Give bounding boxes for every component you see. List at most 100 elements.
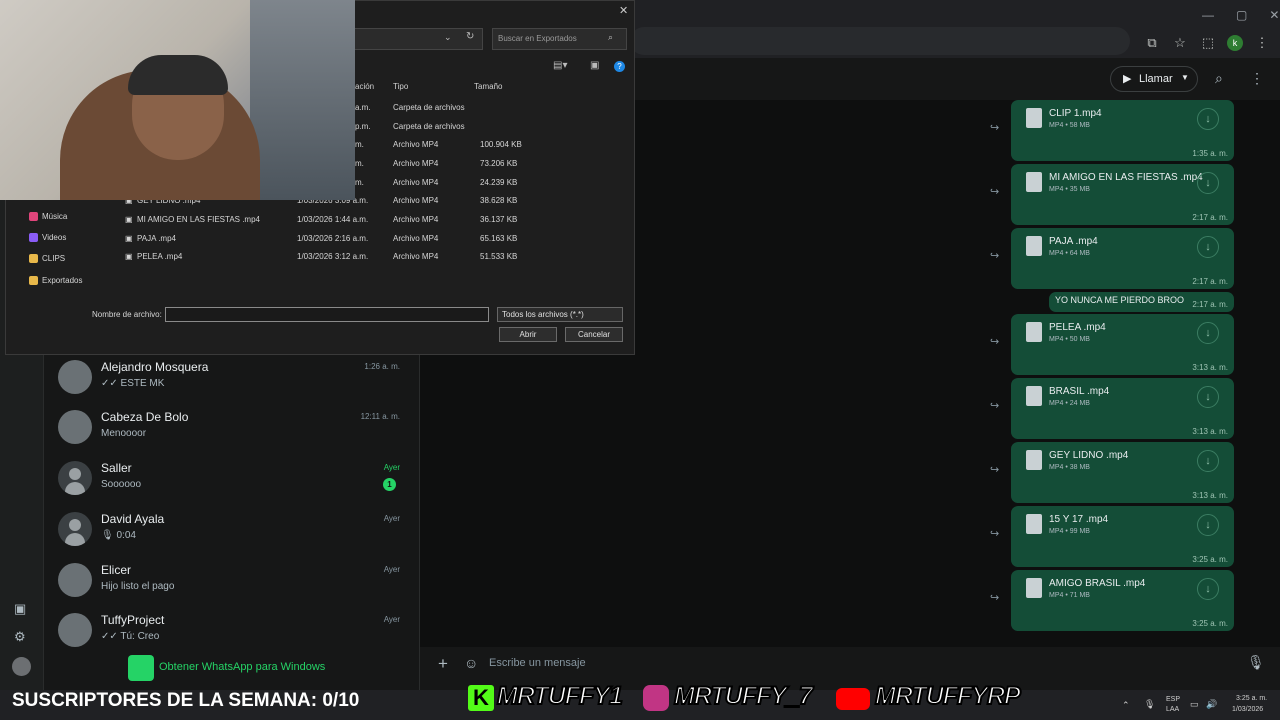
chat-preview: Soooooo [101,479,142,490]
file-row-size: 100.904 KB [480,140,522,149]
forward-icon[interactable]: ↪ [990,399,1006,412]
file-row-name[interactable]: PELEA .mp4 [137,252,182,261]
nav-item[interactable]: CLIPS [29,254,66,263]
emoji-sticker-icon[interactable]: ☺ [464,655,478,671]
download-icon[interactable]: ↓ [1197,514,1219,536]
file-icon [1026,322,1042,342]
bookmark-star-icon[interactable]: ☆ [1171,35,1189,51]
file-message-bubble[interactable]: 15 Y 17 .mp4 MP4 • 99 MB ↓ 3:25 a. m. [1011,506,1234,567]
forward-icon[interactable]: ↪ [990,121,1006,134]
download-icon[interactable]: ↓ [1197,450,1219,472]
download-icon[interactable]: ↓ [1197,322,1219,344]
maximize-button[interactable]: ▢ [1236,8,1247,22]
file-message-bubble[interactable]: CLIP 1.mp4 MP4 • 58 MB ↓ 1:35 a. m. [1011,100,1234,161]
message-input[interactable]: Escribe un mensaje [489,657,586,669]
path-bar[interactable]: ⌄ ↻ [353,28,483,50]
chat-list-item[interactable]: Saller Soooooo Ayer 1 [54,459,410,509]
download-icon[interactable]: ↓ [1197,108,1219,130]
file-row-date: a.m. [355,103,371,112]
menu-kebab-icon[interactable]: ⋮ [1253,35,1271,51]
chevron-down-icon[interactable]: ⌄ [444,32,452,43]
chat-list-item[interactable]: Elicer Hijo listo el pago Ayer [54,561,410,611]
close-window-button[interactable]: ✕ [1269,8,1279,22]
column-header[interactable]: Tamaño [474,82,502,91]
forward-icon[interactable]: ↪ [990,463,1006,476]
dialog-search-input[interactable]: Buscar en Exportados [492,28,627,50]
kick-logo-icon: K [468,685,494,711]
file-row-date: m. [355,178,364,187]
attach-plus-icon[interactable]: + [438,654,448,674]
language-indicator[interactable]: ESP [1166,696,1180,703]
column-header[interactable]: ación [355,82,374,91]
network-icon[interactable]: ▭ [1190,699,1199,710]
file-row-size: 65.163 KB [480,234,518,243]
file-message-bubble[interactable]: BRASIL .mp4 MP4 • 24 MB ↓ 3:13 a. m. [1011,378,1234,439]
search-icon[interactable]: ⌕ [1215,70,1223,87]
file-icon [1026,172,1042,192]
file-type-filter[interactable]: Todos los archivos (*.*) [497,307,623,322]
file-row-type: Archivo MP4 [393,196,439,205]
download-icon[interactable]: ↓ [1197,386,1219,408]
forward-icon[interactable]: ↪ [990,249,1006,262]
call-button[interactable]: ▶ Llamar ▼ [1110,66,1198,92]
file-message-bubble[interactable]: GEY LIDNO .mp4 MP4 • 38 MB ↓ 3:13 a. m. [1011,442,1234,503]
chat-list-item[interactable]: Cabeza De Bolo Menoooor 12:11 a. m. [54,408,410,458]
file-icon [1026,236,1042,256]
file-message-bubble[interactable]: MI AMIGO EN LAS FIESTAS .mp4 MP4 • 35 MB… [1011,164,1234,225]
folder-icon [29,233,38,242]
profile-avatar[interactable]: k [1227,35,1243,51]
address-bar[interactable] [630,27,1130,55]
download-icon[interactable]: ↓ [1197,172,1219,194]
file-meta: MP4 • 58 MB [1049,122,1090,129]
file-message-bubble[interactable]: PELEA .mp4 MP4 • 50 MB ↓ 3:13 a. m. [1011,314,1234,375]
get-app-banner[interactable]: Obtener WhatsApp para Windows [128,655,358,681]
refresh-icon[interactable]: ↻ [466,31,474,42]
chevron-down-icon: ▼ [1181,73,1189,82]
minimize-button[interactable]: — [1202,8,1214,22]
forward-icon[interactable]: ↪ [990,185,1006,198]
message-time: 3:13 a. m. [1192,491,1228,500]
chat-list-item[interactable]: Alejandro Mosquera ✓✓ ESTE MK 1:26 a. m. [54,358,410,408]
chevron-up-icon[interactable]: ⌃ [1122,700,1130,711]
clock-time[interactable]: 3:25 a. m. [1236,695,1267,702]
chat-time: 12:11 a. m. [360,412,400,421]
cancel-button[interactable]: Cancelar [565,327,623,342]
file-row-name[interactable]: PAJA .mp4 [137,234,176,243]
download-icon[interactable]: ↓ [1197,578,1219,600]
chat-list-item[interactable]: David Ayala 🎙 0:04 Ayer [54,510,410,560]
microphone-icon[interactable]: 🎙 [1247,654,1265,671]
column-header[interactable]: Tipo [393,82,408,91]
more-options-icon[interactable]: ⋮ [1250,70,1264,87]
nav-item[interactable]: Exportados [29,276,82,285]
forward-icon[interactable]: ↪ [990,335,1006,348]
nav-item[interactable]: Videos [29,233,66,242]
file-meta: MP4 • 38 MB [1049,464,1090,471]
preview-pane-icon[interactable]: ▣ [590,60,599,71]
media-icon[interactable]: ▣ [14,601,26,617]
cap [128,55,228,95]
extensions-icon[interactable]: ⬚ [1199,35,1217,51]
install-app-icon[interactable]: ⧉ [1143,35,1161,51]
nav-item[interactable]: Música [29,212,67,221]
dialog-close-icon[interactable]: ✕ [619,4,628,17]
help-icon[interactable]: ? [614,61,625,72]
forward-icon[interactable]: ↪ [990,527,1006,540]
settings-gear-icon[interactable]: ⚙ [14,629,26,645]
file-row-size: 24.239 KB [480,178,518,187]
chat-time: Ayer [383,565,400,574]
chat-list-item[interactable]: TuffyProject ✓✓ Tú: Creo Ayer [54,611,410,661]
chat-time: Ayer [383,463,400,472]
forward-icon[interactable]: ↪ [990,591,1006,604]
nav-label: CLIPS [42,254,66,263]
avatar [58,563,92,597]
view-options-icon[interactable]: ▤▾ [553,60,567,71]
download-icon[interactable]: ↓ [1197,236,1219,258]
filename-input[interactable] [165,307,489,322]
file-message-bubble[interactable]: PAJA .mp4 MP4 • 64 MB ↓ 2:17 a. m. [1011,228,1234,289]
volume-icon[interactable]: 🔊 [1206,699,1217,710]
file-row-type: Carpeta de archivos [393,103,465,112]
file-message-bubble[interactable]: AMIGO BRASIL .mp4 MP4 • 71 MB ↓ 3:25 a. … [1011,570,1234,631]
open-button[interactable]: Abrir [499,327,557,342]
profile-avatar[interactable] [12,657,31,676]
file-row-name[interactable]: MI AMIGO EN LAS FIESTAS .mp4 [137,215,260,224]
